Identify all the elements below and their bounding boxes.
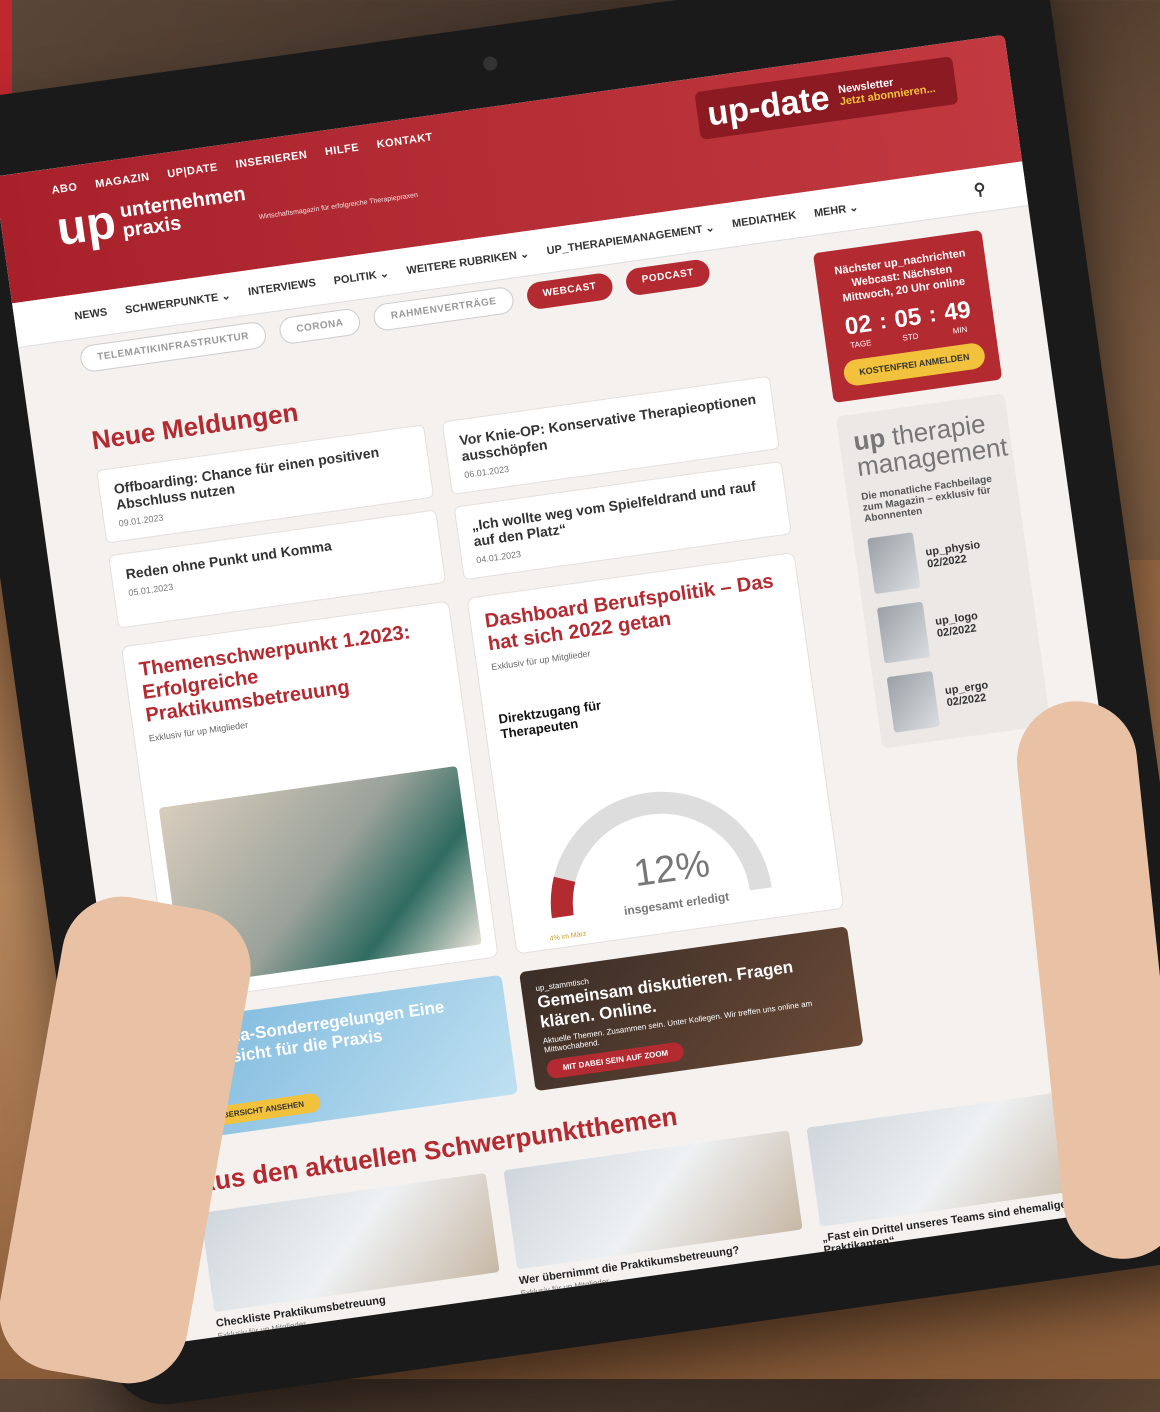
topnav-magazin[interactable]: MAGAZIN [94, 171, 150, 191]
nav-politik[interactable]: POLITIK ⌄ [333, 266, 390, 287]
countdown-hours: 05 STD [893, 303, 925, 343]
logo-tagline: Wirtschaftsmagazin für erfolgreiche Ther… [258, 191, 419, 222]
pill-corona[interactable]: CORONA [277, 307, 363, 346]
list-item[interactable]: up_logo 02/2022 [876, 588, 1025, 664]
nav-news[interactable]: NEWS [74, 306, 108, 322]
topnav-kontakt[interactable]: KONTAKT [376, 131, 434, 151]
nav-schwerpunkte[interactable]: SCHWERPUNKTE ⌄ [124, 288, 231, 316]
tm-description: Die monatliche Fachbeilage zum Magazin –… [860, 473, 993, 525]
issue-cover [876, 601, 931, 664]
topnav-inserieren[interactable]: INSERIEREN [235, 149, 308, 171]
days-label: TAGE [849, 338, 873, 351]
nav-mediathek[interactable]: MEDIATHEK [731, 209, 797, 230]
promo-stammtisch[interactable]: up_stammtisch Gemeinsam diskutieren. Fra… [519, 926, 864, 1092]
webcast-countdown: Nächster up_nachrichten Webcast: Nächste… [812, 229, 1003, 403]
issue-label: up_logo 02/2022 [935, 610, 981, 640]
update-logo: up-date [704, 78, 832, 134]
countdown-separator: : [927, 300, 938, 327]
countdown-separator: : [877, 307, 889, 334]
pill-podcast[interactable]: PODCAST [624, 258, 712, 297]
update-text: Newsletter Jetzt abonnieren... [837, 71, 936, 109]
feature-title[interactable]: Themenschwerpunkt 1.2023: Erfolgreiche P… [138, 617, 446, 727]
mins-label: MIN [952, 324, 968, 336]
logo-words: unternehmen praxis [118, 183, 250, 242]
therapiemanagement-box: up therapie management Die monatliche Fa… [835, 393, 1051, 749]
list-item[interactable]: up_ergo 02/2022 [886, 658, 1035, 733]
gauge-note: 4% im März [549, 930, 587, 943]
nav-interviews[interactable]: INTERVIEWS [247, 277, 316, 298]
issue-label: up_physio 02/2022 [925, 539, 983, 570]
register-button[interactable]: KOSTENFREI ANMELDEN [842, 341, 987, 388]
nav-therapiemanagement[interactable]: UP_THERAPIEMANAGEMENT ⌄ [546, 220, 715, 256]
issue-label: up_ergo 02/2022 [944, 679, 990, 709]
pill-webcast[interactable]: WEBCAST [525, 271, 615, 311]
days-value: 02 [843, 310, 874, 341]
hours-label: STD [901, 331, 920, 343]
mins-value: 49 [942, 296, 973, 327]
topnav-abo[interactable]: ABO [51, 181, 78, 196]
nav-mehr[interactable]: MEHR ⌄ [813, 200, 859, 219]
search-icon[interactable]: ⚲ [973, 179, 987, 200]
feature-card-dashboard[interactable]: Dashboard Berufspolitik – Das hat sich 2… [466, 551, 845, 955]
list-item[interactable]: up_physio 02/2022 [867, 519, 1015, 595]
site-logo[interactable]: up unternehmen praxis Wirtschaftsmagazin… [53, 160, 419, 257]
nav-weitere-rubriken[interactable]: WEITERE RUBRIKEN ⌄ [406, 247, 530, 277]
gauge-label: Direktzugang für Therapeuten [497, 697, 602, 742]
sidebar: Nächster up_nachrichten Webcast: Nächste… [812, 229, 1051, 749]
countdown-days: 02 TAGE [843, 310, 875, 350]
countdown-mins: 49 MIN [942, 296, 974, 336]
logo-up: up [53, 195, 120, 257]
issue-cover [867, 532, 921, 595]
issue-cover [886, 670, 940, 733]
topnav-update[interactable]: UP|DATE [167, 161, 219, 180]
topnav-hilfe[interactable]: HILFE [324, 142, 360, 159]
hours-value: 05 [892, 303, 923, 334]
tm-logo[interactable]: up therapie management [851, 408, 1009, 482]
